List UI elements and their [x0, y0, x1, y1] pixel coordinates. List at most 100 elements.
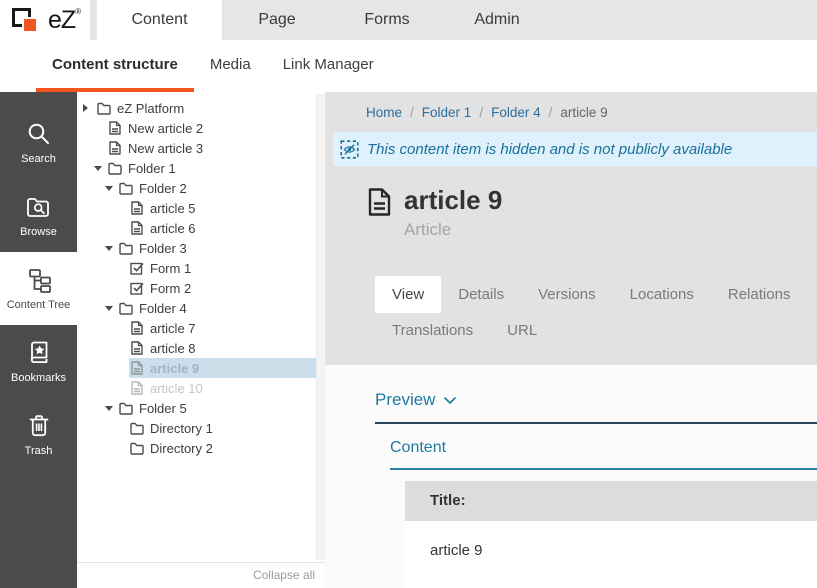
sidebar-item-bookmarks[interactable]: Bookmarks	[0, 325, 77, 398]
subnav-content-structure[interactable]: Content structure	[36, 40, 194, 92]
tree-item[interactable]: New article 2	[77, 118, 325, 138]
preview-section-toggle[interactable]: Preview	[375, 390, 817, 424]
secondary-nav: Content structure Media Link Manager	[0, 40, 817, 92]
content-header: article 9 Article	[368, 186, 817, 240]
page-title: article 9	[404, 186, 502, 215]
tree-item[interactable]: Folder 2	[77, 178, 325, 198]
tree-item[interactable]: Form 1	[77, 258, 325, 278]
tab-versions[interactable]: Versions	[521, 276, 613, 313]
tree-item[interactable]: Folder 3	[77, 238, 325, 258]
tree-item[interactable]: Folder 5	[77, 398, 325, 418]
tab-page[interactable]: Page	[222, 0, 332, 40]
caret-expanded-icon[interactable]	[94, 166, 107, 171]
article-icon	[130, 201, 144, 215]
tab-admin[interactable]: Admin	[442, 0, 552, 40]
tree-item-label: New article 3	[128, 141, 203, 156]
content-tree: eZ Platform New article 2 New article 3	[77, 92, 325, 458]
tree-scrollbar[interactable]	[316, 94, 325, 560]
sidebar-item-trash[interactable]: Trash	[0, 398, 77, 471]
tree-item-label: Form 1	[150, 261, 191, 276]
tab-translations[interactable]: Translations	[375, 313, 490, 348]
folder-icon	[97, 101, 111, 115]
sidebar-item-label: Trash	[25, 445, 53, 457]
sidebar-item-label: Browse	[20, 226, 57, 238]
logo-text: eZ®	[48, 8, 80, 33]
breadcrumb-link-home[interactable]: Home	[366, 105, 402, 120]
content-tabs: View Details Versions Locations Relation…	[375, 276, 817, 348]
icon-sidebar: Search Browse Content Tree Bookmarks Tra…	[0, 92, 77, 588]
collapse-all-button[interactable]: Collapse all	[77, 562, 325, 588]
tree-item-label: Form 2	[150, 281, 191, 296]
browse-icon	[26, 194, 52, 220]
caret-collapsed-icon[interactable]	[83, 104, 96, 112]
tree-item-selected[interactable]: article 9	[77, 358, 325, 378]
breadcrumb-separator: /	[479, 105, 483, 120]
tab-content[interactable]: Content	[97, 0, 222, 40]
caret-expanded-icon[interactable]	[105, 406, 118, 411]
search-icon	[26, 121, 52, 147]
tab-view[interactable]: View	[375, 276, 441, 313]
tab-relations[interactable]: Relations	[711, 276, 808, 313]
ez-logo-icon	[11, 5, 48, 35]
tree-item[interactable]: article 7	[77, 318, 325, 338]
tree-item[interactable]: New article 3	[77, 138, 325, 158]
tree-item[interactable]: article 8	[77, 338, 325, 358]
sidebar-item-label: Content Tree	[7, 299, 71, 311]
tree-item[interactable]: Form 2	[77, 278, 325, 298]
sidebar-item-label: Bookmarks	[11, 372, 66, 384]
subnav-media[interactable]: Media	[194, 40, 267, 92]
tab-details[interactable]: Details	[441, 276, 521, 313]
tree-item-label: article 9	[150, 361, 199, 376]
tree-item-label: Folder 4	[139, 301, 187, 316]
tab-url[interactable]: URL	[490, 313, 554, 348]
field-value: article 9	[405, 521, 817, 588]
tree-item[interactable]: article 6	[77, 218, 325, 238]
content-tree-icon	[26, 267, 52, 293]
tree-item[interactable]: article 5	[77, 198, 325, 218]
tree-item-label: Folder 3	[139, 241, 187, 256]
form-icon	[130, 281, 144, 295]
tab-locations[interactable]: Locations	[613, 276, 711, 313]
article-icon	[130, 361, 144, 375]
folder-icon	[119, 241, 133, 255]
tree-item-label: Folder 2	[139, 181, 187, 196]
preview-section-label: Preview	[375, 390, 435, 410]
content-tree-panel: eZ Platform New article 2 New article 3	[77, 92, 325, 588]
article-icon	[130, 381, 144, 395]
tree-item-label: Folder 5	[139, 401, 187, 416]
folder-icon	[119, 181, 133, 195]
tab-forms[interactable]: Forms	[332, 0, 442, 40]
chevron-down-icon	[444, 397, 456, 405]
breadcrumb-link-folder-1[interactable]: Folder 1	[422, 105, 472, 120]
tree-item-label: Folder 1	[128, 161, 176, 176]
ez-platform-admin: eZ® Content Page Forms Admin Content str…	[0, 0, 817, 588]
tree-item[interactable]: Directory 2	[77, 438, 325, 458]
tree-item-label: eZ Platform	[117, 101, 184, 116]
sidebar-item-search[interactable]: Search	[0, 106, 77, 179]
article-icon	[368, 188, 391, 216]
sidebar-item-browse[interactable]: Browse	[0, 179, 77, 252]
folder-icon	[130, 441, 144, 455]
tree-item[interactable]: eZ Platform	[77, 98, 325, 118]
notice-text: This content item is hidden and is not p…	[367, 141, 732, 158]
trash-icon	[26, 413, 52, 439]
caret-expanded-icon[interactable]	[105, 246, 118, 251]
hidden-content-notice: This content item is hidden and is not p…	[333, 132, 817, 166]
tree-item[interactable]: article 10	[77, 378, 325, 398]
form-icon	[130, 261, 144, 275]
app-logo[interactable]: eZ®	[0, 0, 90, 40]
breadcrumb-link-folder-4[interactable]: Folder 4	[491, 105, 541, 120]
tree-item[interactable]: Folder 4	[77, 298, 325, 318]
tree-item[interactable]: Directory 1	[77, 418, 325, 438]
tree-item-label: article 6	[150, 221, 196, 236]
tree-item-label: Directory 1	[150, 421, 213, 436]
tree-item[interactable]: Folder 1	[77, 158, 325, 178]
main-content: Home/Folder 1/Folder 4/article 9 This co…	[325, 92, 817, 588]
tree-item-label: article 10	[150, 381, 203, 396]
caret-expanded-icon[interactable]	[105, 306, 118, 311]
article-icon	[108, 121, 122, 135]
sidebar-item-content-tree[interactable]: Content Tree	[0, 252, 77, 325]
subnav-link-manager[interactable]: Link Manager	[267, 40, 390, 92]
main-nav: Content Page Forms Admin	[97, 0, 552, 40]
caret-expanded-icon[interactable]	[105, 186, 118, 191]
